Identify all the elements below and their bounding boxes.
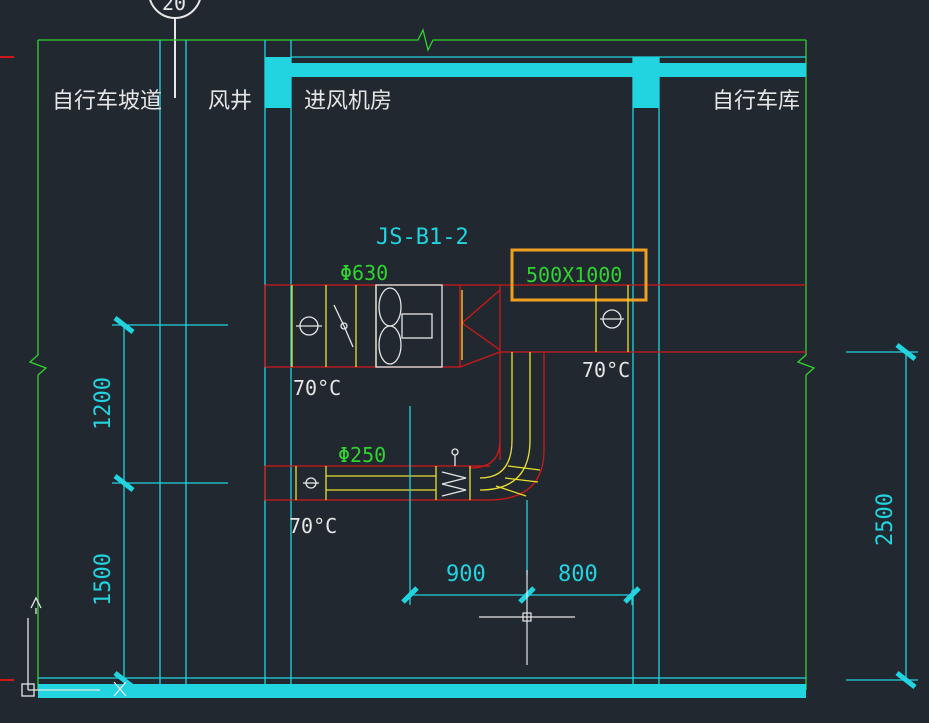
bottom-dimension <box>401 406 641 605</box>
dim-bottom-right: 800 <box>558 562 598 587</box>
duct-small-size: Φ250 <box>338 443 386 467</box>
room-label-bike-ramp: 自行车坡道 <box>52 89 162 114</box>
room-label-bike-garage: 自行车库 <box>712 89 800 114</box>
room-label-air-shaft: 风井 <box>208 89 252 114</box>
silencer-icon <box>441 448 467 497</box>
room-label-intake-room: 进风机房 <box>304 89 392 114</box>
dim-right-total: 2500 <box>873 493 898 546</box>
fire-damper-icon-3 <box>303 477 319 489</box>
cad-drawing-canvas[interactable]: 20 自行车坡道 风井 进风机房 自行车库 JS-B1-2 Φ630 500X1… <box>0 0 929 723</box>
duct-main-size: Φ630 <box>340 261 388 285</box>
damper-temp-3: 70°C <box>289 514 337 538</box>
wall-outline <box>28 28 816 690</box>
fire-damper-icon <box>296 316 322 336</box>
fan-unit-icon <box>375 284 443 368</box>
structure-fills <box>38 57 806 698</box>
branch-duct[interactable] <box>264 352 545 501</box>
dim-left-upper: 1200 <box>91 377 116 430</box>
main-duct[interactable] <box>264 284 806 368</box>
damper-temp-2: 70°C <box>582 358 630 382</box>
axis-bubble-label: 20 <box>162 0 186 15</box>
axis-bubble: 20 <box>149 0 201 98</box>
duct-rect-size: 500X1000 <box>526 263 622 287</box>
left-dimension <box>112 316 228 689</box>
unit-tag: JS-B1-2 <box>376 225 469 250</box>
dim-bottom-left: 900 <box>446 562 486 587</box>
fire-damper-icon-2 <box>595 285 629 352</box>
branch-duct-inner <box>295 352 541 500</box>
damper-temp-1: 70°C <box>293 376 341 400</box>
dim-left-lower: 1500 <box>91 553 116 606</box>
fan-icon <box>333 304 354 348</box>
structure-lines <box>38 40 806 684</box>
